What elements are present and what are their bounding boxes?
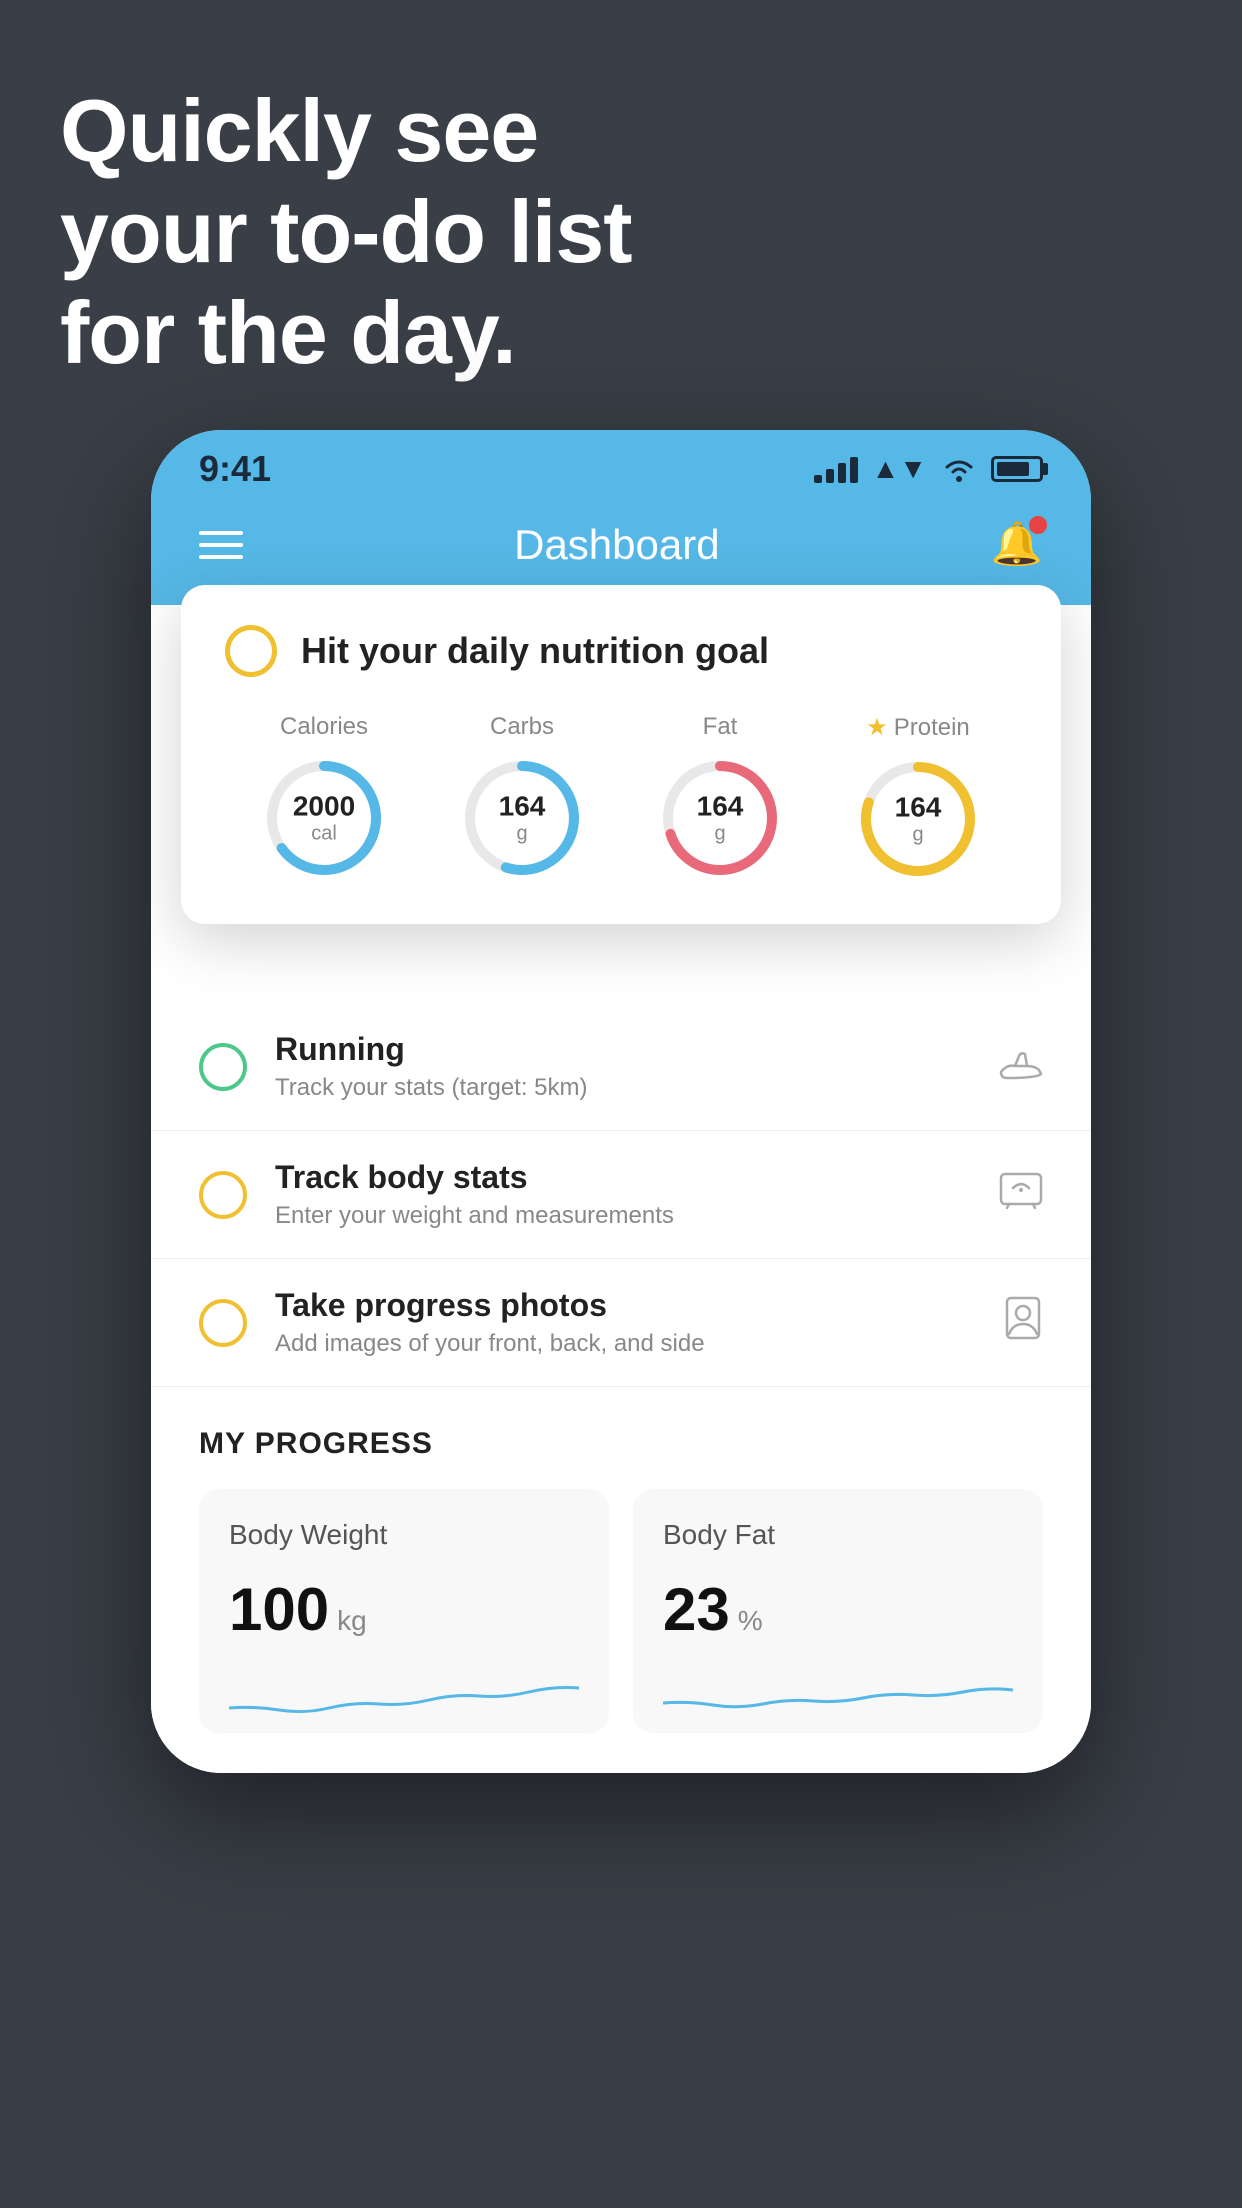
task-circle-running xyxy=(199,1043,247,1091)
task-item-body-stats[interactable]: Track body stats Enter your weight and m… xyxy=(151,1131,1091,1259)
task-name-body-stats: Track body stats xyxy=(275,1159,971,1196)
phone-content: THINGS TO DO TODAY Hit your daily nutrit… xyxy=(151,605,1091,1773)
carbs-value: 164 g xyxy=(499,791,546,846)
wifi-icon xyxy=(941,455,977,483)
task-name-photos: Take progress photos xyxy=(275,1287,975,1324)
progress-weight-unit: kg xyxy=(337,1605,367,1637)
nutrient-protein: ★ Protein 164 g xyxy=(853,713,983,884)
nutrient-fat: Fat 164 g xyxy=(655,713,785,883)
task-info-running: Running Track your stats (target: 5km) xyxy=(275,1031,971,1102)
fat-sparkline xyxy=(663,1668,1013,1728)
task-circle-nutrition[interactable] xyxy=(225,625,277,677)
progress-card-fat[interactable]: Body Fat 23 % xyxy=(633,1489,1043,1733)
menu-icon[interactable] xyxy=(199,531,243,559)
signal-icon xyxy=(814,455,858,483)
battery-icon xyxy=(991,456,1043,482)
progress-card-fat-title: Body Fat xyxy=(663,1519,1013,1551)
task-name-running: Running xyxy=(275,1031,971,1068)
fat-value: 164 g xyxy=(697,791,744,846)
notification-icon[interactable]: 🔔 xyxy=(991,520,1043,569)
task-info-body-stats: Track body stats Enter your weight and m… xyxy=(275,1159,971,1230)
calories-ring: 2000 cal xyxy=(259,753,389,883)
task-item-running[interactable]: Running Track your stats (target: 5km) xyxy=(151,1003,1091,1131)
weight-sparkline xyxy=(229,1668,579,1728)
card-title: Hit your daily nutrition goal xyxy=(301,630,769,672)
task-list: Running Track your stats (target: 5km) T… xyxy=(151,1003,1091,1387)
protein-value: 164 g xyxy=(895,792,942,847)
task-info-photos: Take progress photos Add images of your … xyxy=(275,1287,975,1358)
wifi-icon: ▲▼ xyxy=(872,453,927,485)
calories-value: 2000 cal xyxy=(293,791,355,846)
task-circle-photos xyxy=(199,1299,247,1347)
nutrition-circles: Calories 2000 cal Carbs xyxy=(225,713,1017,884)
card-title-row: Hit your daily nutrition goal xyxy=(225,625,1017,677)
nutrient-carbs: Carbs 164 g xyxy=(457,713,587,883)
status-icons: ▲▼ xyxy=(814,453,1043,485)
app-title: Dashboard xyxy=(514,521,719,569)
progress-section: MY PROGRESS Body Weight 100 kg Body Fat xyxy=(151,1387,1091,1773)
nutrient-calories-label: Calories xyxy=(280,713,368,741)
task-desc-running: Track your stats (target: 5km) xyxy=(275,1074,971,1102)
status-bar: 9:41 ▲▼ xyxy=(151,430,1091,500)
progress-fat-unit: % xyxy=(738,1605,763,1637)
progress-cards: Body Weight 100 kg Body Fat 23 % xyxy=(199,1489,1043,1733)
task-item-photos[interactable]: Take progress photos Add images of your … xyxy=(151,1259,1091,1387)
progress-fat-value: 23 xyxy=(663,1575,730,1644)
shoe-icon xyxy=(999,1044,1043,1089)
nutrient-fat-label: Fat xyxy=(703,713,738,741)
progress-weight-value-row: 100 kg xyxy=(229,1575,579,1644)
status-time: 9:41 xyxy=(199,448,271,490)
headline: Quickly see your to-do list for the day. xyxy=(60,80,632,384)
nutrient-protein-label-row: ★ Protein xyxy=(866,713,970,742)
progress-card-weight[interactable]: Body Weight 100 kg xyxy=(199,1489,609,1733)
nutrition-card: Hit your daily nutrition goal Calories 2… xyxy=(181,585,1061,924)
nutrient-calories: Calories 2000 cal xyxy=(259,713,389,883)
progress-card-weight-title: Body Weight xyxy=(229,1519,579,1551)
phone-mockup: 9:41 ▲▼ Dashboar xyxy=(151,430,1091,1773)
person-icon xyxy=(1003,1296,1043,1349)
progress-weight-value: 100 xyxy=(229,1575,329,1644)
task-desc-photos: Add images of your front, back, and side xyxy=(275,1330,975,1358)
progress-title: MY PROGRESS xyxy=(199,1427,1043,1461)
progress-fat-value-row: 23 % xyxy=(663,1575,1013,1644)
task-desc-body-stats: Enter your weight and measurements xyxy=(275,1202,971,1230)
star-icon: ★ xyxy=(866,713,888,742)
carbs-ring: 164 g xyxy=(457,753,587,883)
task-circle-body-stats xyxy=(199,1171,247,1219)
protein-ring: 164 g xyxy=(853,754,983,884)
scale-icon xyxy=(999,1170,1043,1219)
fat-ring: 164 g xyxy=(655,753,785,883)
nutrient-carbs-label: Carbs xyxy=(490,713,554,741)
